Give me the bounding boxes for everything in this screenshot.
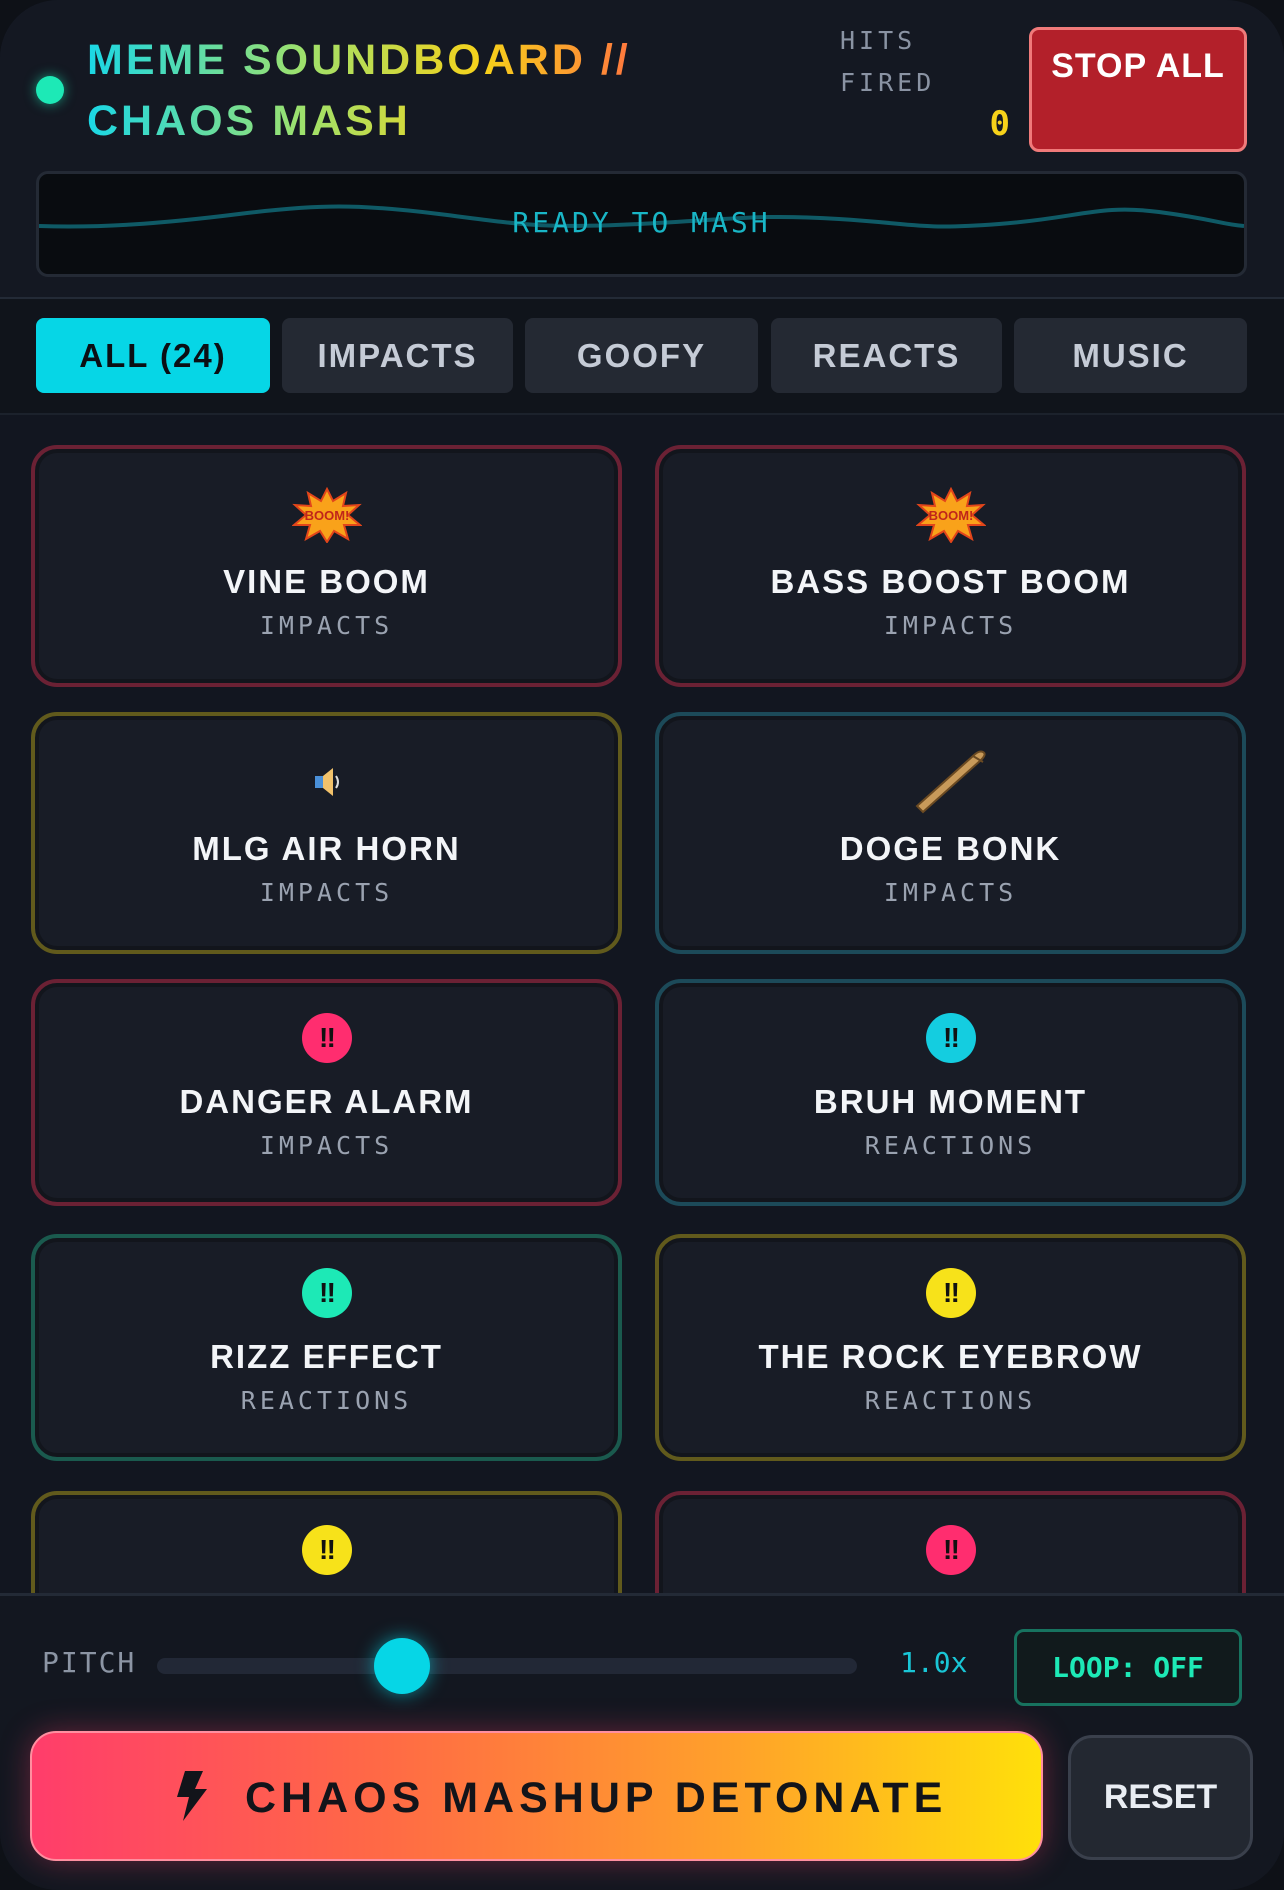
app-frame: MEME SOUNDBOARD // CHAOS MASH HITS FIRED… [0, 0, 1284, 1890]
sound-grid: BOOM! VINE BOOM IMPACTS BOOM! BASS BOOST… [0, 415, 1284, 1593]
sound-name: VINE BOOM [223, 563, 430, 600]
hits-label: HITS FIRED [840, 26, 936, 97]
double-exclamation-icon: ‼ [35, 1268, 618, 1324]
sound-category: IMPACTS [259, 611, 394, 640]
double-exclamation-icon: ‼ [35, 1525, 618, 1581]
category-tabs: ALL (24) IMPACTS GOOFY REACTS MUSIC [0, 299, 1284, 415]
status-indicator [36, 76, 64, 104]
stop-all-button[interactable]: STOP ALL [1029, 27, 1247, 152]
sound-card-bass-boost-boom[interactable]: BOOM! BASS BOOST BOOM IMPACTS [655, 445, 1246, 687]
sound-category: REACTIONS [864, 1386, 1037, 1415]
sound-card-mlg-air-horn[interactable]: MLG AIR HORN IMPACTS [31, 712, 622, 954]
tab-impacts[interactable]: IMPACTS [282, 318, 513, 393]
waveform-display: READY TO MASH [36, 171, 1247, 277]
speaker-icon [35, 754, 618, 810]
sound-name: BRUH MOMENT [813, 1083, 1088, 1120]
sound-category: IMPACTS [259, 1131, 394, 1160]
sound-name: RIZZ EFFECT [210, 1338, 443, 1375]
double-exclamation-icon: ‼ [659, 1525, 1242, 1581]
boom-icon: BOOM! [659, 486, 1242, 544]
pitch-slider-thumb[interactable] [374, 1638, 430, 1694]
tab-reacts[interactable]: REACTS [771, 318, 1002, 393]
sound-card[interactable]: ‼ [655, 1491, 1246, 1593]
tab-goofy[interactable]: GOOFY [525, 318, 758, 393]
svg-text:BOOM!: BOOM! [928, 508, 973, 523]
pitch-label: PITCH [42, 1646, 137, 1679]
sound-name: DANGER ALARM [179, 1083, 474, 1120]
sound-category: IMPACTS [883, 878, 1018, 907]
double-exclamation-icon: ‼ [35, 1013, 618, 1069]
pitch-value: 1.0x [900, 1646, 968, 1679]
sound-category: REACTIONS [864, 1131, 1037, 1160]
hits-counter: 0 [989, 104, 1010, 144]
sound-name: DOGE BONK [839, 830, 1062, 867]
svg-text:BOOM!: BOOM! [304, 508, 349, 523]
tab-music[interactable]: MUSIC [1014, 318, 1247, 393]
sound-card-bruh-moment[interactable]: ‼ BRUH MOMENT REACTIONS [655, 979, 1246, 1206]
reset-button[interactable]: RESET [1068, 1735, 1253, 1860]
sound-card-rizz-effect[interactable]: ‼ RIZZ EFFECT REACTIONS [31, 1234, 622, 1461]
sound-name: MLG AIR HORN [192, 830, 461, 867]
tab-all[interactable]: ALL (24) [36, 318, 270, 393]
bat-icon [659, 750, 1242, 814]
sound-category: IMPACTS [883, 611, 1018, 640]
double-exclamation-icon: ‼ [659, 1013, 1242, 1069]
sound-category: IMPACTS [259, 878, 394, 907]
header: MEME SOUNDBOARD // CHAOS MASH HITS FIRED… [0, 0, 1284, 299]
boom-icon: BOOM! [35, 486, 618, 544]
double-exclamation-icon: ‼ [659, 1268, 1242, 1324]
sound-name: BASS BOOST BOOM [770, 563, 1131, 600]
sound-card-doge-bonk[interactable]: DOGE BONK IMPACTS [655, 712, 1246, 954]
sound-card-danger-alarm[interactable]: ‼ DANGER ALARM IMPACTS [31, 979, 622, 1206]
sound-name: THE ROCK EYEBROW [758, 1338, 1143, 1375]
control-bar: PITCH 1.0x LOOP: OFF CHAOS MASHUP DETONA… [0, 1593, 1284, 1890]
sound-card-vine-boom[interactable]: BOOM! VINE BOOM IMPACTS [31, 445, 622, 687]
loop-toggle[interactable]: LOOP: OFF [1014, 1629, 1242, 1706]
app-title: MEME SOUNDBOARD // CHAOS MASH [87, 30, 807, 152]
detonate-label: CHAOS MASHUP DETONATE [245, 1774, 948, 1822]
sound-card-the-rock-eyebrow[interactable]: ‼ THE ROCK EYEBROW REACTIONS [655, 1234, 1246, 1461]
wave-status: READY TO MASH [512, 206, 771, 239]
sound-card[interactable]: ‼ [31, 1491, 622, 1593]
chaos-detonate-button[interactable]: CHAOS MASHUP DETONATE [30, 1731, 1043, 1861]
sound-category: REACTIONS [240, 1386, 413, 1415]
pitch-slider-track[interactable] [157, 1658, 857, 1674]
lightning-bolt-icon [177, 1771, 207, 1821]
